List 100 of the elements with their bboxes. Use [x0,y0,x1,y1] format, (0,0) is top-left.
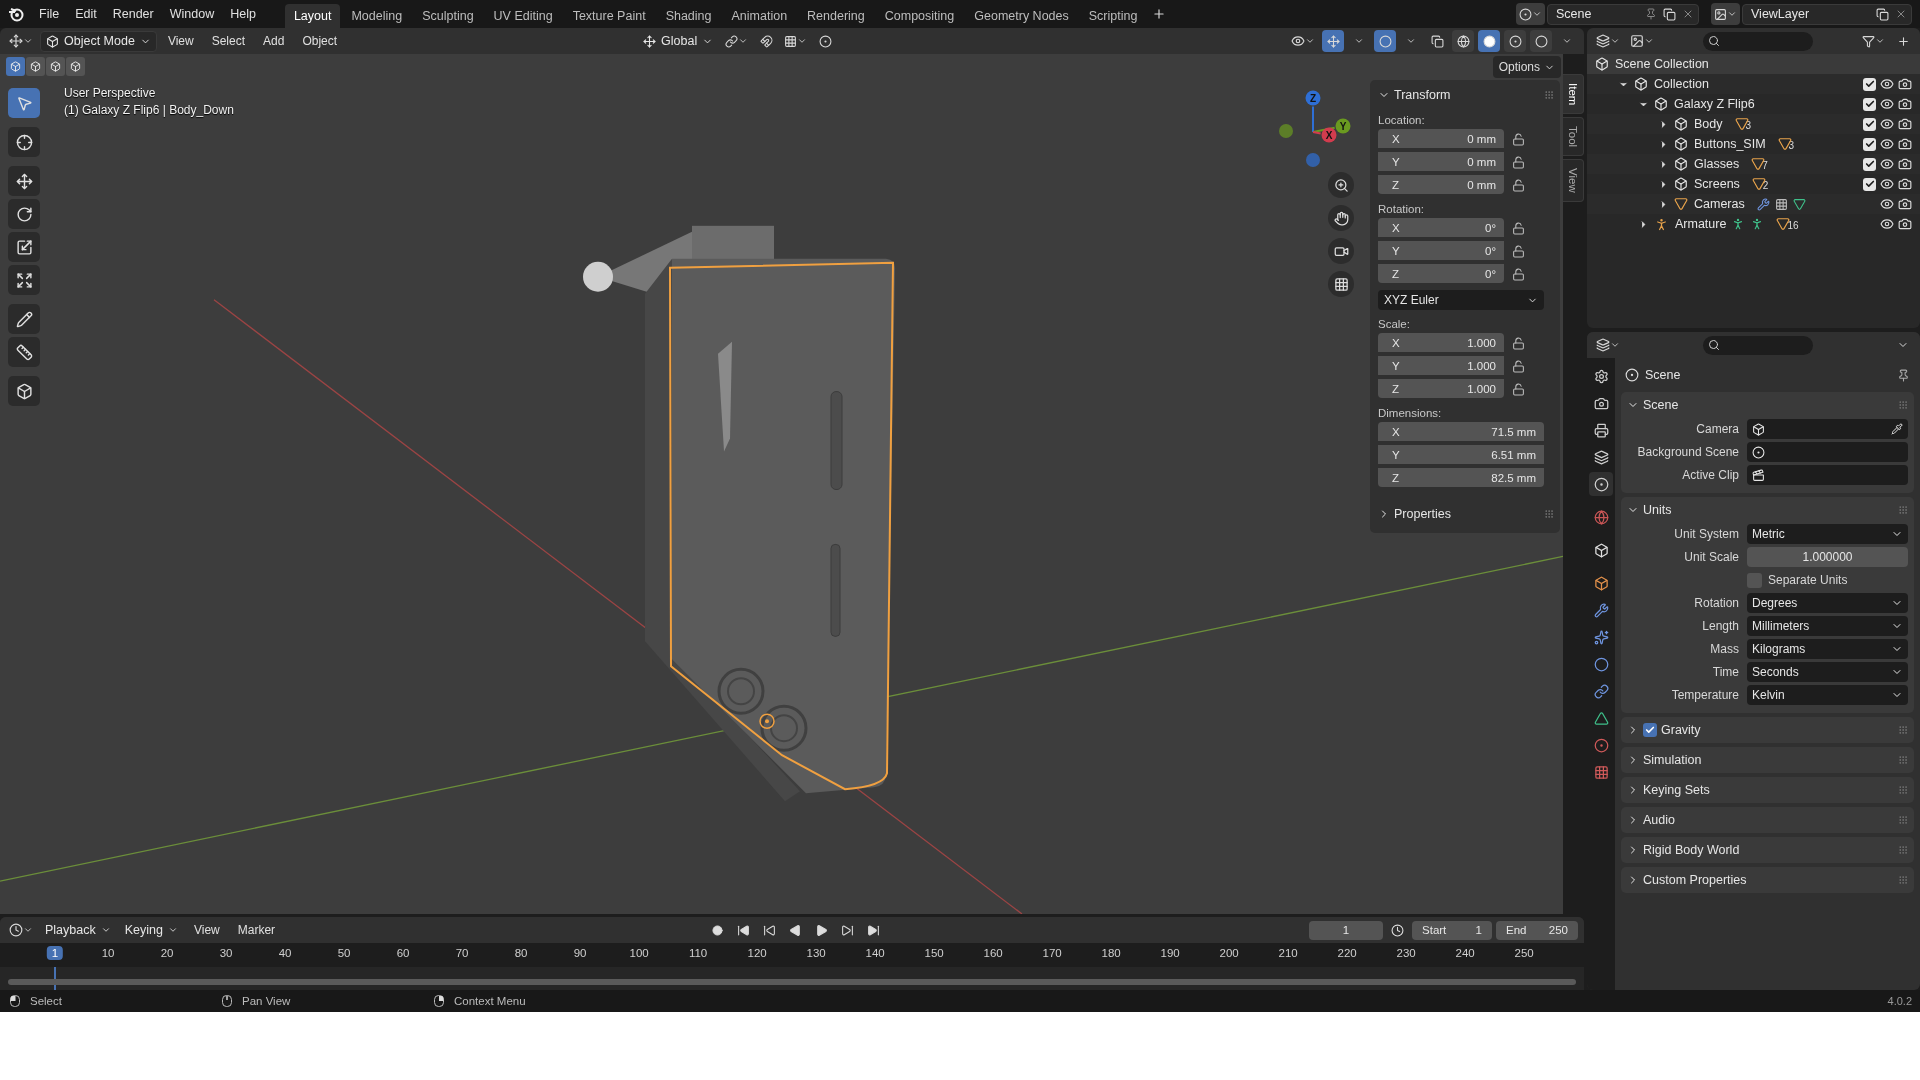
field-label: Unit Scale [1683,550,1739,564]
menu-item[interactable]: Object [295,31,345,51]
menu-item[interactable]: View [186,920,227,940]
view-name: User Perspective [64,86,157,100]
start-frame-field[interactable]: Start 1 [1412,920,1492,940]
current-frame-marker[interactable]: 1 [46,946,64,960]
number-field[interactable]: Z 1.000 [1378,379,1504,398]
frame-number: 80 [514,947,528,959]
frame-number: 250 [1514,947,1534,959]
number-field[interactable]: X 0° [1378,218,1504,237]
frame-number: 50 [337,947,351,959]
section-label: Location: [1378,114,1426,126]
workspace-tab[interactable]: UV Editing [484,4,562,28]
menu-item[interactable]: Window [162,4,222,24]
field-label: Unit System [1673,527,1739,541]
mode-dropdown[interactable]: Object Mode [40,30,157,52]
number-field[interactable]: X 1.000 [1378,333,1504,352]
field-label: Length [1701,619,1739,633]
workspace-tab[interactable]: Animation [722,4,797,28]
number-field[interactable]: Y 6.51 mm [1378,445,1544,464]
panel-header[interactable]: Units [1627,499,1908,521]
menu-item[interactable]: Edit [68,4,104,24]
menu-item[interactable]: Select [204,31,253,51]
end-frame-field[interactable]: End 250 [1496,920,1578,940]
number-field[interactable]: 1.000000 [1747,547,1908,567]
number-field[interactable]: Z 0 mm [1378,175,1504,194]
workspace-tab[interactable]: Geometry Nodes [965,4,1078,28]
workspace-tab[interactable]: Scripting [1079,4,1147,28]
menu-dropdown[interactable]: Keying [119,919,183,941]
menu-item[interactable]: Add [256,31,292,51]
checkbox[interactable]: Separate Units [1747,572,1908,588]
workspace-tab[interactable]: Shading [656,4,721,28]
workspace-tab[interactable]: Modeling [342,4,412,28]
context-title: Scene [1645,368,1682,382]
menu-dropdown[interactable]: Playback [40,919,116,941]
outliner-item[interactable]: Buttons_SIM [1694,137,1766,151]
workspace-tab[interactable]: Rendering [798,4,874,28]
count-label: 16 [1787,220,1799,231]
menu-item[interactable]: Render [105,4,161,24]
outliner-item[interactable]: Cameras [1694,197,1745,211]
panel-header[interactable]: Properties [1378,503,1554,525]
sidebar-tab[interactable]: Item [1563,74,1584,115]
number-field[interactable]: Y 1.000 [1378,356,1504,375]
workspace-tab[interactable]: Sculpting [413,4,483,28]
frame-number: 190 [1160,947,1180,959]
field-label: Active Clip [1681,468,1739,482]
menu-item[interactable]: Marker [230,920,283,940]
version-label: 4.0.2 [1887,995,1912,1007]
section-label: Scale: [1378,318,1411,330]
view-layer-field[interactable]: ViewLayer [1742,3,1912,25]
options-dropdown[interactable]: Options [1492,56,1561,78]
workspace-tab[interactable]: Compositing [875,4,964,28]
panel-header[interactable]: Scene [1627,394,1908,416]
workspace-tab[interactable]: Layout [284,4,341,28]
frame-number: 60 [396,947,410,959]
number-field[interactable]: Z 0° [1378,264,1504,283]
rotation-mode-dropdown[interactable]: XYZ Euler [1378,290,1544,310]
number-field[interactable]: Z 82.5 mm [1378,468,1544,487]
gizmo-axis[interactable]: X [1321,127,1337,143]
gizmo-axis[interactable]: Y [1335,118,1351,134]
menu-item[interactable]: Help [223,4,263,24]
number-field[interactable]: X 71.5 mm [1378,422,1544,441]
outliner-item[interactable]: Galaxy Z Flip6 [1674,97,1755,111]
frame-number: 240 [1455,947,1475,959]
outliner-item[interactable]: Body [1694,117,1723,131]
number-field[interactable]: Y 0° [1378,241,1504,260]
dropdown[interactable]: Kilograms [1747,639,1908,659]
number-field[interactable]: X 0 mm [1378,129,1504,148]
sidebar-tab[interactable]: View [1563,159,1584,203]
frame-number: 90 [573,947,587,959]
current-frame-field[interactable]: 1 [1309,920,1383,940]
menu-item[interactable]: View [160,31,201,51]
workspace-tab[interactable]: Texture Paint [563,4,655,28]
dropdown[interactable]: Seconds [1747,662,1908,682]
outliner-item[interactable]: Collection [1654,77,1709,91]
gizmo-axis[interactable]: Z [1305,90,1321,106]
section-label: Rotation: [1378,203,1426,215]
frame-number: 200 [1219,947,1239,959]
outliner-item[interactable]: Screens [1694,177,1740,191]
frame-number: 40 [278,947,292,959]
frame-number: 100 [629,947,649,959]
orientation-dropdown[interactable]: Global [638,30,719,52]
scene-field[interactable]: Scene [1547,3,1699,25]
dropdown[interactable]: Kelvin [1747,685,1908,705]
number-field[interactable]: Y 0 mm [1378,152,1504,171]
field-label: Camera [1695,422,1739,436]
field-label: Time [1711,665,1739,679]
sidebar-tab[interactable]: Tool [1563,117,1584,157]
dropdown[interactable]: Millimeters [1747,616,1908,636]
outliner-item[interactable]: Scene Collection [1615,57,1709,71]
frame-number: 130 [806,947,826,959]
panel-header[interactable]: Transform [1378,84,1554,106]
field-label: Background Scene [1636,445,1739,459]
menu-item[interactable]: File [32,4,67,24]
outliner-item[interactable]: Glasses [1694,157,1740,171]
outliner-item[interactable]: Armature [1675,217,1727,231]
object-info: (1) Galaxy Z Flip6 | Body_Down [64,103,234,117]
dropdown[interactable]: Metric [1747,524,1908,544]
field-label: Rotation [1693,596,1739,610]
dropdown[interactable]: Degrees [1747,593,1908,613]
